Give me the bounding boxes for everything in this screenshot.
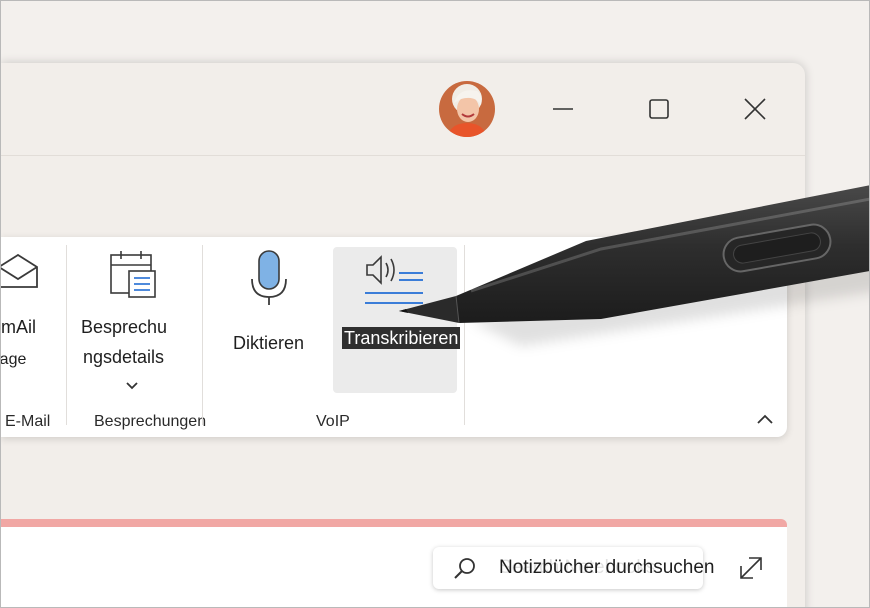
maximize-button[interactable] [641, 91, 677, 127]
transcribe-icon [365, 255, 423, 304]
search-placeholder: Notizbücher durchsuchen [499, 557, 715, 578]
dictate-label: Diktieren [233, 333, 305, 353]
ribbon: mAil Page E-Mail Besprechu ngsdetails [1, 237, 787, 437]
dictate-button[interactable]: Diktieren [219, 247, 327, 393]
email-page-button[interactable]: mAil Page [1, 247, 61, 397]
close-icon [744, 98, 766, 120]
transcribe-button[interactable] [333, 247, 457, 393]
search-icon [454, 558, 475, 579]
ribbon-separator [202, 245, 203, 425]
voip-group-label: VoIP [316, 413, 350, 430]
search-box[interactable]: Search Notebooks Notizbücher durchsuchen [433, 547, 714, 589]
email-button-label-line1: mAil [1, 317, 36, 337]
screenshot-stage: mAil Page E-Mail Besprechu ngsdetails [0, 0, 870, 608]
envelope-icon [1, 253, 38, 288]
meeting-details-button[interactable]: Besprechu ngsdetails [73, 247, 193, 397]
meeting-details-label-line1: Besprechu [81, 317, 168, 337]
ribbon-separator [66, 245, 67, 425]
collapse-ribbon-icon[interactable] [756, 413, 774, 425]
calendar-details-icon [110, 251, 156, 298]
meetings-group-label: Besprechungen [94, 413, 207, 430]
email-group-label: E-Mail [5, 413, 51, 430]
ribbon-separator [464, 245, 465, 425]
transcribe-label: Transkribieren [342, 327, 460, 349]
microphone-icon [251, 250, 287, 305]
email-button-label-line2: Page [0, 351, 27, 368]
maximize-icon [649, 99, 669, 119]
minimize-icon [553, 108, 573, 110]
expand-icon[interactable] [737, 554, 765, 582]
chevron-down-icon [126, 382, 138, 390]
title-bar [1, 63, 805, 156]
meeting-details-label-line2: ngsdetails [83, 347, 165, 367]
minimize-button[interactable] [545, 91, 581, 127]
user-avatar[interactable] [439, 81, 495, 137]
close-button[interactable] [737, 91, 773, 127]
